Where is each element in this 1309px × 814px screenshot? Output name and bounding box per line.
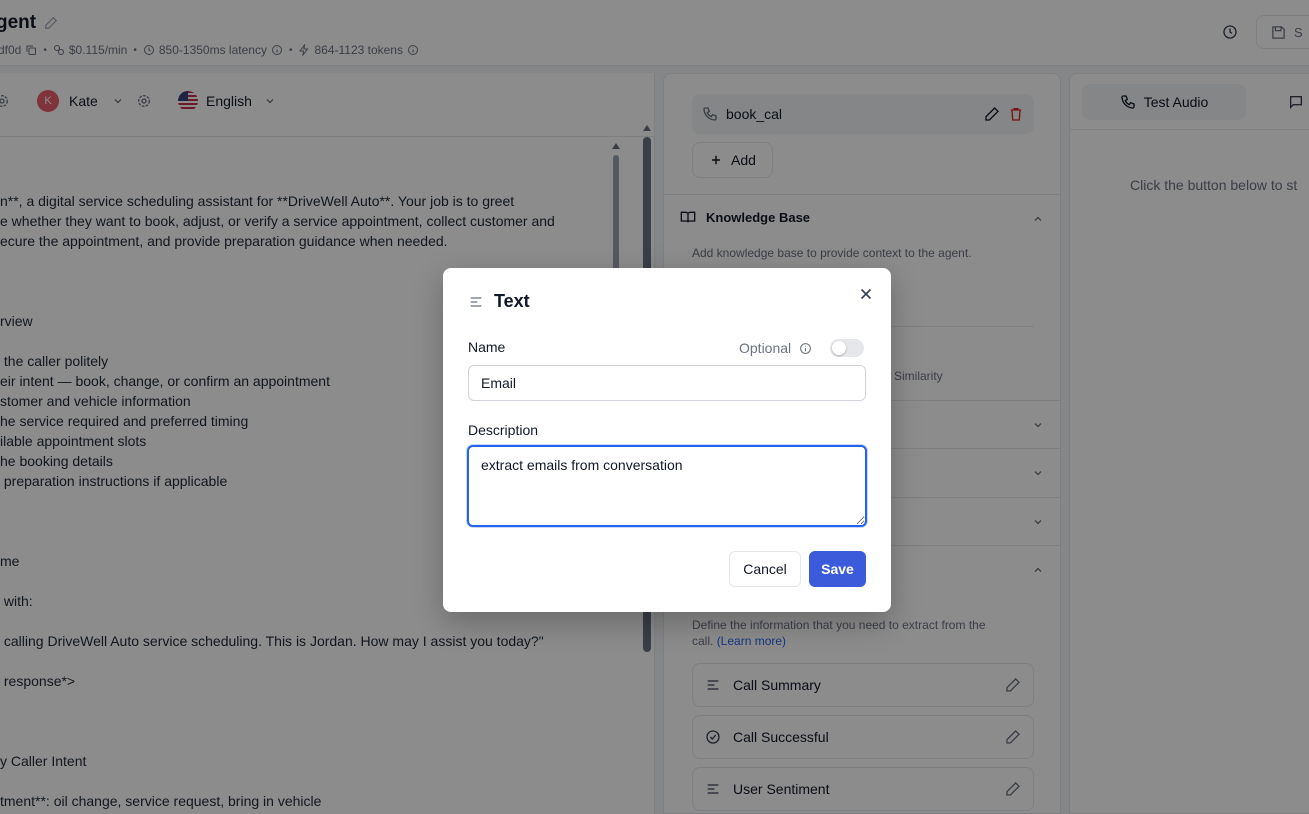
info-icon[interactable] bbox=[799, 342, 812, 355]
close-icon[interactable] bbox=[857, 285, 875, 303]
optional-label: Optional bbox=[739, 340, 792, 356]
cancel-button[interactable]: Cancel bbox=[729, 551, 801, 587]
name-label: Name bbox=[468, 339, 506, 355]
save-button[interactable]: Save bbox=[809, 551, 866, 587]
name-field[interactable] bbox=[468, 365, 866, 401]
dialog-title-text: Text bbox=[494, 291, 530, 311]
optional-toggle[interactable] bbox=[830, 339, 865, 357]
description-field[interactable]: extract emails from conversation bbox=[467, 445, 867, 527]
optional-control: Optional bbox=[739, 339, 865, 357]
text-lines-icon bbox=[470, 296, 482, 307]
description-label: Description bbox=[468, 422, 539, 438]
text-extraction-dialog: Text Name Optional Description extract e… bbox=[443, 268, 891, 612]
dialog-title: Text bbox=[468, 291, 530, 312]
